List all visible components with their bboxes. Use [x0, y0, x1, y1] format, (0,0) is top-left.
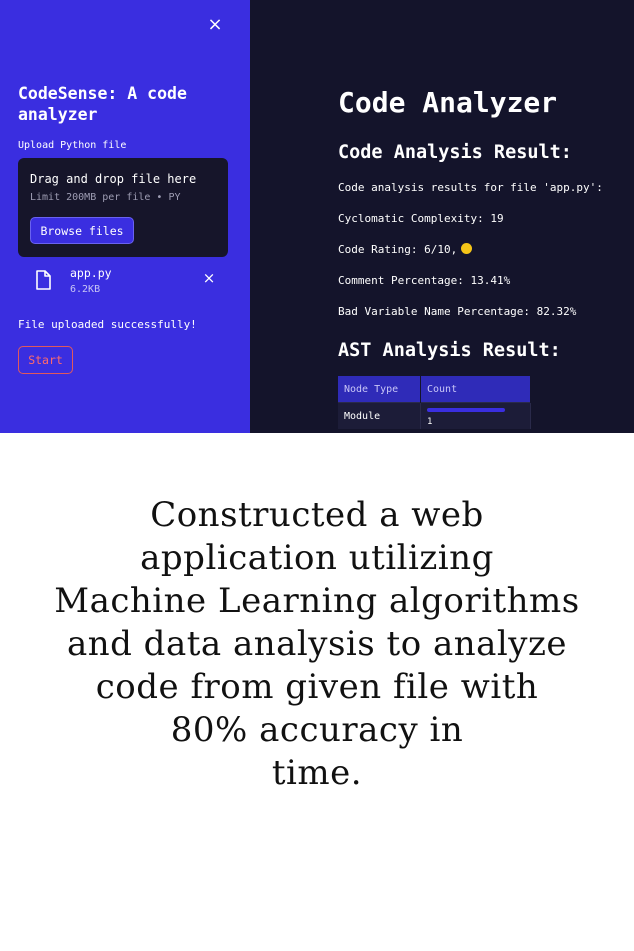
comment-percentage-text: Comment Percentage: 13.41%: [338, 274, 511, 287]
file-size: 6.2KB: [70, 284, 101, 295]
count-cell: 1: [420, 402, 531, 429]
ast-table: Node Type Count Module 1: [338, 376, 531, 429]
page-title: Code Analyzer: [338, 86, 558, 119]
code-rating-text: Code Rating: 6/10,: [338, 243, 458, 256]
dropzone-limit: Limit 200MB per file • PY: [30, 192, 181, 203]
results-for-text: Code analysis results for file 'app.py':: [338, 181, 603, 194]
file-dropzone[interactable]: Drag and drop file here Limit 200MB per …: [18, 158, 228, 257]
count-bar: [427, 408, 505, 412]
rating-indicator-icon: [461, 243, 473, 254]
analysis-result-heading: Code Analysis Result:: [338, 142, 572, 163]
code-rating-row: Code Rating: 6/10,: [338, 243, 473, 256]
caption-line: code from given file with: [95, 667, 539, 707]
close-sidebar-button[interactable]: ×: [204, 14, 226, 36]
ast-table-header: Node Type Count: [338, 376, 531, 403]
count-value: 1: [427, 417, 433, 427]
column-header-count[interactable]: Count: [420, 376, 531, 403]
file-name: app.py: [70, 266, 112, 280]
browse-files-button[interactable]: Browse files: [30, 217, 134, 244]
bad-variable-percentage-text: Bad Variable Name Percentage: 82.32%: [338, 305, 577, 318]
column-header-node-type[interactable]: Node Type: [338, 376, 421, 403]
caption-line: 80% accuracy in: [170, 710, 464, 750]
caption-line: time.: [271, 753, 363, 793]
upload-label: Upload Python file: [18, 140, 127, 151]
node-type-cell: Module: [338, 402, 421, 429]
ast-result-heading: AST Analysis Result:: [338, 340, 561, 361]
caption-text: Constructed a web application utilizing …: [0, 494, 634, 795]
dropzone-title: Drag and drop file here: [30, 172, 197, 186]
caption-line: and data analysis to analyze: [66, 624, 568, 664]
start-button[interactable]: Start: [18, 346, 73, 374]
caption-line: application utilizing: [140, 538, 494, 578]
app-screenshot: × CodeSense: A code analyzer Upload Pyth…: [0, 0, 634, 433]
remove-file-button[interactable]: ×: [200, 269, 218, 287]
main-panel: Code Analyzer Code Analysis Result: Code…: [250, 0, 634, 433]
file-icon: [36, 270, 51, 290]
sidebar-title: CodeSense: A code analyzer: [18, 84, 187, 124]
sidebar: × CodeSense: A code analyzer Upload Pyth…: [0, 0, 250, 433]
uploaded-file-item: app.py 6.2KB ×: [18, 263, 228, 301]
caption-line: Machine Learning algorithms: [54, 581, 580, 621]
cyclomatic-complexity-text: Cyclomatic Complexity: 19: [338, 212, 504, 225]
caption-line: Constructed a web: [150, 495, 484, 535]
upload-success-message: File uploaded successfully!: [18, 318, 197, 331]
table-row: Module 1: [338, 402, 531, 429]
